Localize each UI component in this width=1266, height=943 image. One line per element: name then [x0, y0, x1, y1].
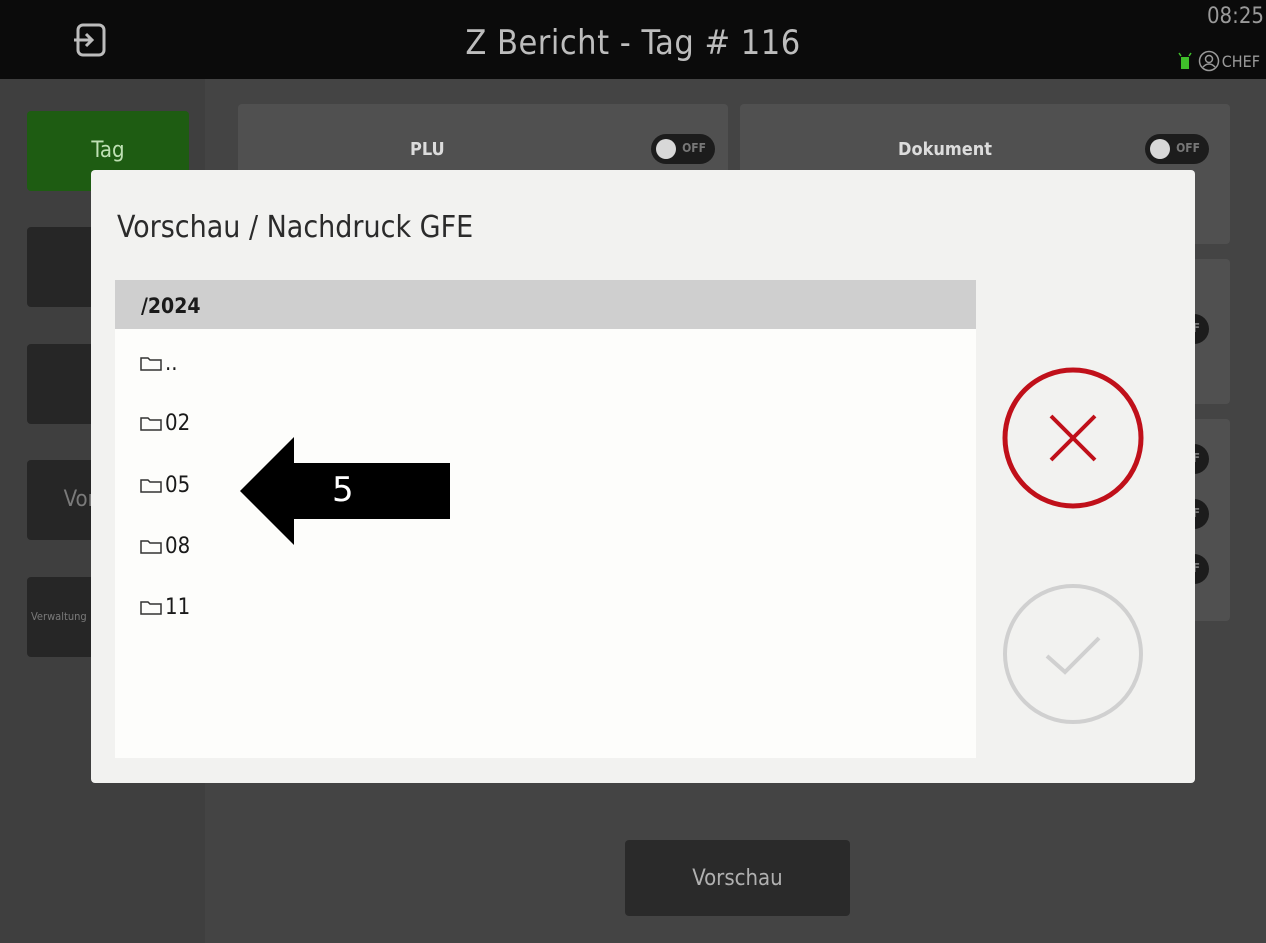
folder-icon — [140, 417, 162, 431]
folder-icon — [140, 357, 162, 371]
close-icon — [1002, 367, 1144, 509]
clock: 08:25 — [1206, 4, 1264, 29]
folder-item-11[interactable]: 11 — [139, 587, 190, 627]
folder-icon — [140, 601, 162, 615]
user-name: CHEF — [1221, 51, 1260, 71]
folder-name: 11 — [165, 594, 191, 620]
dokument-label: Dokument — [898, 139, 993, 160]
confirm-button[interactable] — [1001, 582, 1145, 726]
cancel-button[interactable] — [1001, 366, 1145, 510]
current-path: /2024 — [115, 280, 976, 329]
folder-name: .. — [165, 350, 178, 376]
dokument-toggle[interactable]: OFF — [1145, 134, 1209, 164]
plu-toggle[interactable]: OFF — [651, 134, 715, 164]
preview-button[interactable]: Vorschau — [625, 840, 850, 916]
folder-item-05[interactable]: 05 — [139, 465, 190, 505]
plu-label: PLU — [410, 139, 445, 160]
folder-name: 08 — [165, 533, 191, 559]
page-title: Z Bericht - Tag # 116 — [465, 23, 801, 63]
folder-name: 05 — [165, 472, 191, 498]
check-icon — [1003, 584, 1143, 724]
user-icon — [1198, 50, 1219, 72]
folder-name: 02 — [165, 410, 191, 436]
dialog-title: Vorschau / Nachdruck GFE — [117, 210, 474, 245]
folder-icon — [140, 540, 162, 554]
folder-item-02[interactable]: 02 — [139, 403, 190, 443]
annotation-number: 5 — [332, 470, 354, 510]
top-bar: Z Bericht - Tag # 116 08:25 CHEF — [0, 0, 1266, 79]
user-indicator[interactable]: CHEF — [1178, 50, 1260, 72]
folder-icon — [140, 479, 162, 493]
folder-item-parent[interactable]: .. — [139, 343, 178, 383]
status-lamp-icon — [1178, 52, 1192, 69]
folder-item-08[interactable]: 08 — [139, 526, 190, 566]
